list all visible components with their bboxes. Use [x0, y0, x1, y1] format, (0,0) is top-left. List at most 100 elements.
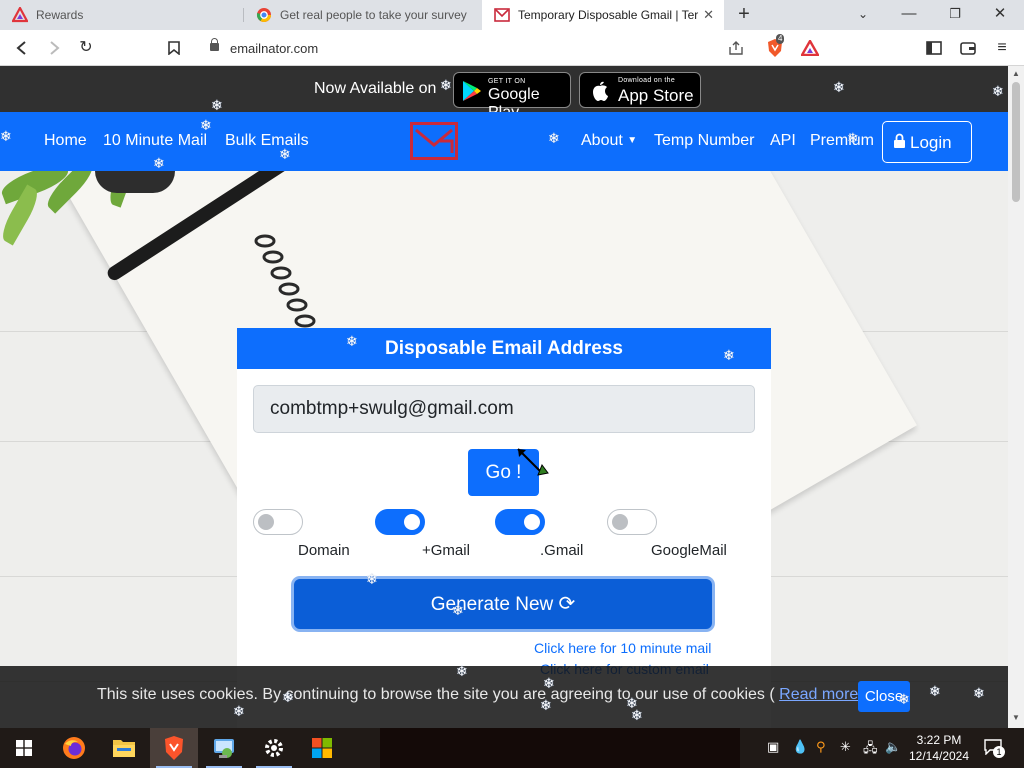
lock-icon [210, 38, 219, 51]
nav-about-label: About [581, 132, 623, 149]
toggle-googlemail[interactable] [607, 509, 657, 535]
scrollbar-thumb[interactable] [1012, 82, 1020, 202]
login-button[interactable]: Login [882, 121, 972, 163]
move-cursor-icon [517, 448, 549, 476]
emailnator-logo[interactable] [410, 122, 458, 160]
windows-taskbar: ▣ 💧 ⚲ ✳ 🖧 🔈 3:22 PM 12/14/2024 1 [0, 728, 1024, 768]
toggle-knob [404, 514, 420, 530]
brave-icon [165, 736, 183, 760]
ten-minute-mail-link[interactable]: Click here for 10 minute mail [534, 640, 711, 656]
app-store-big-text: App Store [618, 86, 694, 105]
toggle-dot-gmail[interactable] [495, 509, 545, 535]
browser-tab-strip: Rewards Get real people to take your sur… [0, 0, 1024, 30]
snowflake-icon: ❄ [366, 571, 378, 587]
address-bar[interactable]: emailnator.com [196, 34, 752, 62]
taskbar-file-explorer[interactable] [100, 728, 148, 768]
tab-rewards[interactable]: Rewards [0, 0, 242, 30]
tab-survey[interactable]: Get real people to take your survey [244, 0, 482, 30]
emailnator-favicon [494, 8, 510, 22]
nav-about[interactable]: About ▼ [581, 132, 637, 150]
notification-count-badge: 1 [993, 746, 1005, 758]
microsoft-store-icon [312, 738, 332, 758]
nav-home[interactable]: Home [44, 132, 87, 150]
toggle-knob [258, 514, 274, 530]
taskbar-brave[interactable] [150, 728, 198, 768]
cookie-text: This site uses cookies. By continuing to… [97, 686, 775, 703]
volume-muted-icon[interactable]: 🔈 [885, 739, 901, 755]
tab-search-chevron-icon[interactable]: ⌄ [851, 2, 875, 26]
tray-search-icon[interactable]: ⚲ [816, 739, 826, 755]
snowflake-icon: ❄ [973, 685, 985, 701]
settings-icon [265, 739, 283, 757]
cookie-message: This site uses cookies. By continuing to… [97, 686, 864, 704]
share-icon[interactable] [726, 38, 746, 58]
tray-network-activity-icon[interactable]: ✳ [840, 739, 851, 755]
browser-toolbar: ↻ emailnator.com 4 ≡ [0, 30, 1024, 66]
tray-app-icon[interactable]: ▣ [767, 739, 779, 755]
google-play-icon [463, 81, 481, 101]
new-tab-button[interactable]: + [733, 4, 755, 26]
bookmark-icon[interactable] [164, 38, 184, 58]
nav-premium[interactable]: Premium [810, 132, 874, 150]
apple-icon [593, 81, 608, 101]
page-scrollbar[interactable]: ▲ ▼ [1008, 66, 1024, 728]
desktop-wallpaper-strip [380, 728, 740, 768]
sidebar-toggle-icon[interactable] [924, 38, 944, 58]
tray-drop-icon[interactable]: 💧 [792, 739, 808, 755]
scroll-up-arrow-icon[interactable]: ▲ [1011, 69, 1021, 79]
toggle-plus-gmail[interactable] [375, 509, 425, 535]
tab-title: Rewards [36, 8, 84, 22]
brave-shields-icon[interactable]: 4 [765, 34, 785, 58]
brave-rewards-icon[interactable] [799, 38, 821, 58]
taskbar-clock[interactable]: 3:22 PM 12/14/2024 [904, 732, 974, 764]
back-arrow-icon[interactable] [12, 38, 32, 58]
start-button[interactable] [0, 728, 48, 768]
close-window-icon[interactable]: ✕ [988, 2, 1012, 26]
taskbar-settings[interactable] [250, 728, 298, 768]
generated-email-field[interactable] [253, 385, 755, 433]
restore-window-icon[interactable]: ❐ [943, 2, 967, 26]
notification-center-icon[interactable]: 1 [982, 737, 1005, 759]
google-play-button[interactable]: GET IT ON Google Play [453, 72, 571, 121]
wallet-icon[interactable] [958, 38, 978, 58]
generate-new-button[interactable]: Generate New ⟳ [294, 579, 712, 629]
toggle-domain[interactable] [253, 509, 303, 535]
toggle-label-dot-gmail: .Gmail [540, 542, 584, 559]
snowflake-icon: ❄ [929, 683, 941, 699]
snowflake-icon: ❄ [279, 146, 291, 162]
read-more-link[interactable]: Read more [779, 686, 858, 703]
google-play-small-text: GET IT ON [488, 78, 526, 85]
reload-icon[interactable]: ↻ [76, 38, 96, 58]
close-tab-icon[interactable]: ✕ [703, 7, 714, 23]
network-icon[interactable]: 🖧 [863, 739, 878, 761]
taskbar-microsoft-store[interactable] [298, 728, 346, 768]
menu-hamburger-icon[interactable]: ≡ [992, 38, 1012, 58]
control-panel-icon [214, 739, 234, 758]
snowflake-icon: ❄ [0, 128, 12, 144]
caret-down-icon: ▼ [627, 135, 638, 146]
lock-icon [894, 133, 905, 148]
snowflake-icon: ❄ [211, 97, 223, 113]
snowflake-icon: ❄ [992, 83, 1004, 99]
snowflake-icon: ❄ [548, 130, 560, 146]
taskbar-firefox[interactable] [50, 728, 98, 768]
nav-temp-number[interactable]: Temp Number [654, 132, 754, 150]
nav-bulk-emails[interactable]: Bulk Emails [225, 132, 309, 150]
taskbar-control-panel[interactable] [200, 728, 248, 768]
snowflake-icon: ❄ [723, 347, 735, 363]
snowflake-icon: ❄ [631, 707, 643, 723]
nav-api[interactable]: API [770, 132, 796, 150]
nav-10-minute-mail[interactable]: 10 Minute Mail [103, 132, 207, 150]
url-text: emailnator.com [230, 40, 319, 56]
chrome-icon [256, 8, 271, 22]
forward-arrow-icon[interactable] [44, 38, 64, 58]
minimize-window-icon[interactable]: — [897, 2, 921, 26]
tab-emailnator[interactable]: Temporary Disposable Gmail | Ter ✕ [482, 0, 724, 30]
app-store-button[interactable]: Download on the App Store [579, 72, 701, 108]
cookie-consent-bar: This site uses cookies. By continuing to… [0, 666, 1008, 728]
snowflake-icon: ❄ [833, 79, 845, 95]
file-explorer-icon [113, 740, 135, 757]
scroll-down-arrow-icon[interactable]: ▼ [1011, 713, 1021, 723]
brave-rewards-icon [12, 7, 28, 23]
snowflake-icon: ❄ [153, 155, 165, 171]
